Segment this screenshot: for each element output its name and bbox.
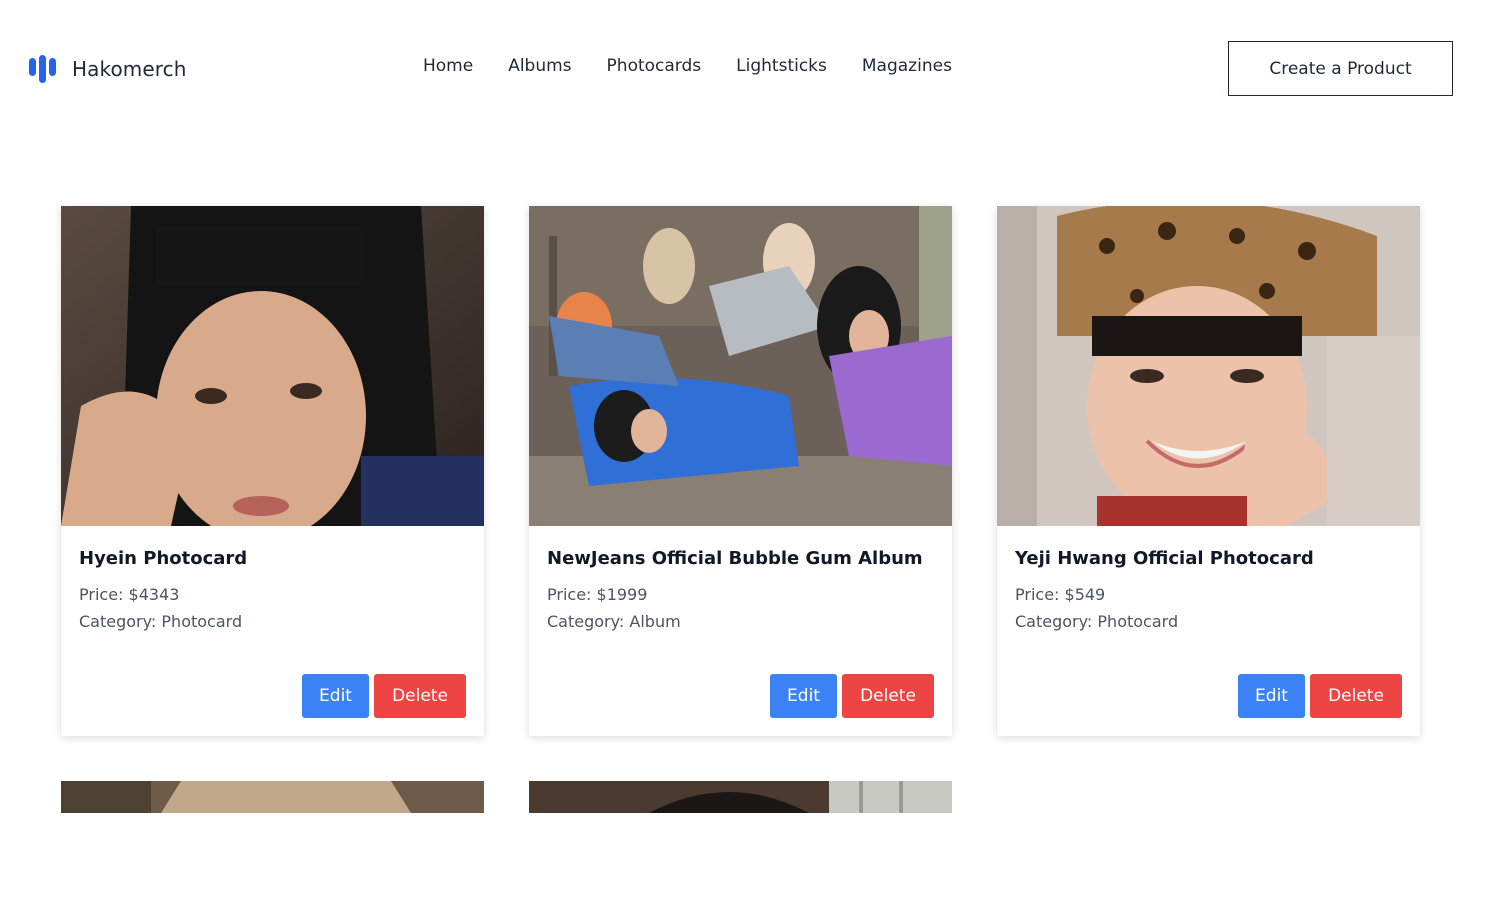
product-card-partial	[61, 781, 484, 813]
card-actions: Edit Delete	[1238, 674, 1402, 718]
card-actions: Edit Delete	[302, 674, 466, 718]
product-meta: Price: $4343 Category: Photocard	[79, 581, 466, 635]
product-meta: Price: $549 Category: Photocard	[1015, 581, 1402, 635]
product-category: Category: Photocard	[79, 612, 243, 631]
nav-albums[interactable]: Albums	[508, 56, 571, 76]
brand[interactable]: Hakomerch	[28, 52, 187, 86]
top-navbar: Hakomerch Home Albums Photocards Lightst…	[0, 0, 1504, 138]
product-price: Price: $1999	[547, 585, 648, 604]
product-image	[61, 781, 484, 813]
delete-button[interactable]: Delete	[842, 674, 934, 718]
product-image	[529, 206, 952, 526]
product-title: Yeji Hwang Official Photocard	[1015, 548, 1314, 569]
delete-button[interactable]: Delete	[1310, 674, 1402, 718]
nav-home[interactable]: Home	[423, 56, 473, 76]
product-card: NewJeans Official Bubble Gum Album Price…	[529, 206, 952, 736]
product-card-partial	[529, 781, 952, 813]
main-nav: Home Albums Photocards Lightsticks Magaz…	[423, 56, 952, 76]
edit-button[interactable]: Edit	[302, 674, 369, 718]
edit-button[interactable]: Edit	[1238, 674, 1305, 718]
brand-name: Hakomerch	[72, 57, 187, 81]
nav-magazines[interactable]: Magazines	[862, 56, 952, 76]
nav-lightsticks[interactable]: Lightsticks	[736, 56, 827, 76]
product-price: Price: $549	[1015, 585, 1106, 604]
product-title: Hyein Photocard	[79, 548, 248, 569]
delete-button[interactable]: Delete	[374, 674, 466, 718]
product-image	[997, 206, 1420, 526]
card-body: Yeji Hwang Official Photocard Price: $54…	[997, 526, 1420, 718]
product-image	[61, 206, 484, 526]
product-title: NewJeans Official Bubble Gum Album	[547, 548, 923, 569]
product-card: Yeji Hwang Official Photocard Price: $54…	[997, 206, 1420, 736]
product-price: Price: $4343	[79, 585, 180, 604]
product-meta: Price: $1999 Category: Album	[547, 581, 934, 635]
product-image	[529, 781, 952, 813]
product-card: Hyein Photocard Price: $4343 Category: P…	[61, 206, 484, 736]
card-body: NewJeans Official Bubble Gum Album Price…	[529, 526, 952, 718]
bar-logo-icon	[29, 55, 56, 83]
edit-button[interactable]: Edit	[770, 674, 837, 718]
card-actions: Edit Delete	[770, 674, 934, 718]
product-category: Category: Photocard	[1015, 612, 1179, 631]
card-body: Hyein Photocard Price: $4343 Category: P…	[61, 526, 484, 718]
create-product-button[interactable]: Create a Product	[1228, 41, 1453, 96]
product-category: Category: Album	[547, 612, 681, 631]
nav-photocards[interactable]: Photocards	[607, 56, 702, 76]
